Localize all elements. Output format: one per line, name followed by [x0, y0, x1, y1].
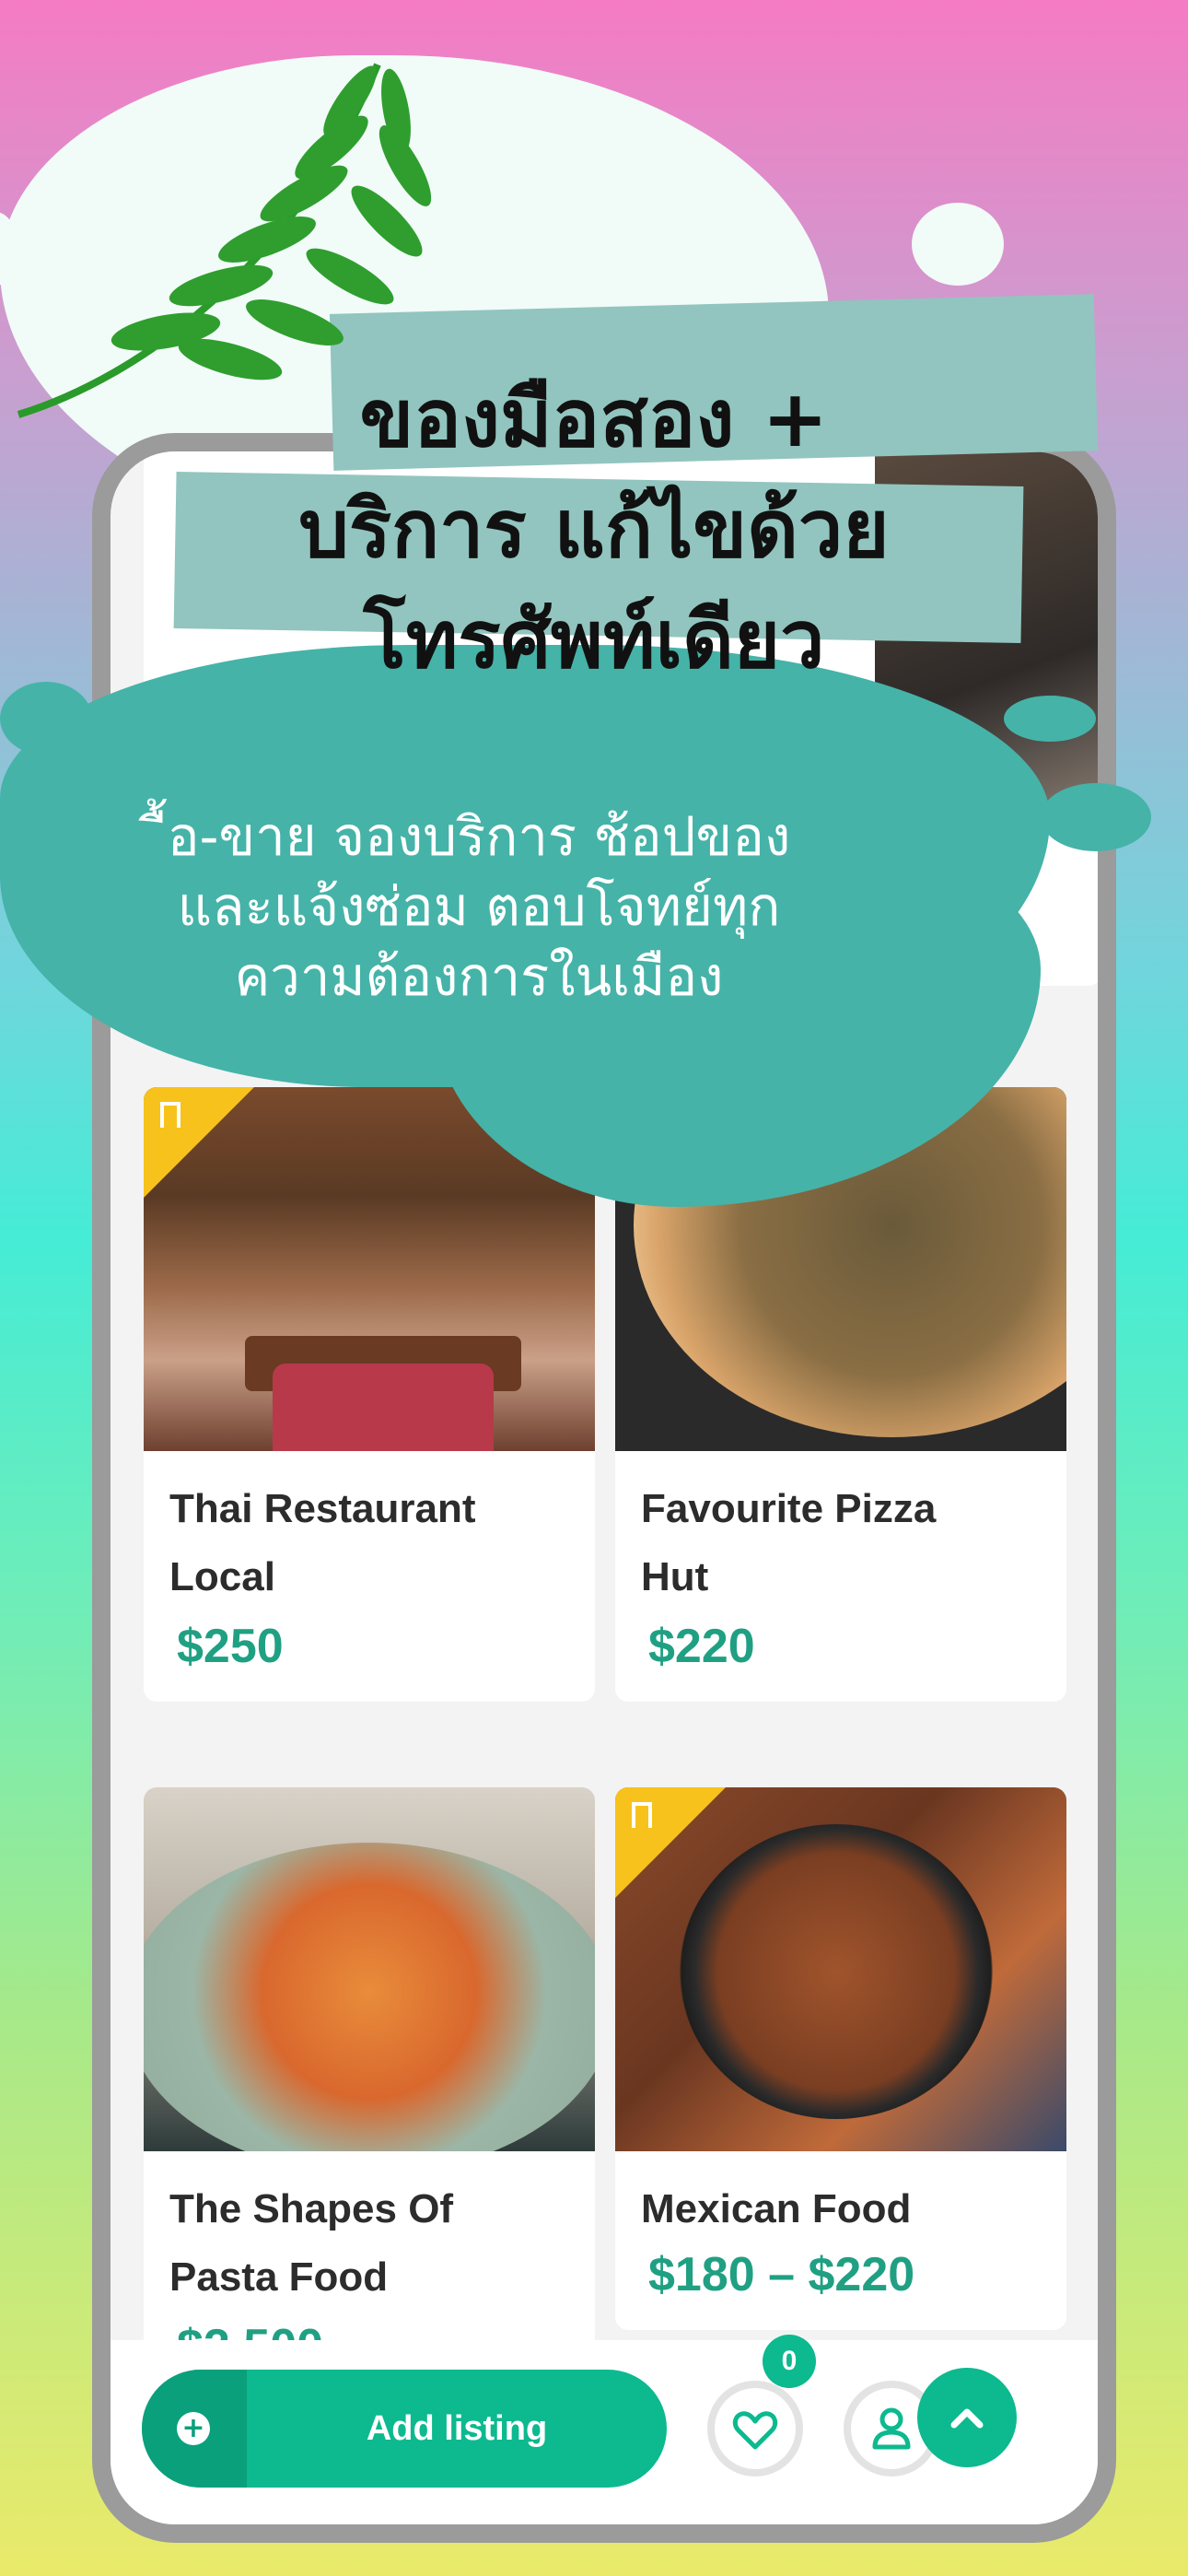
- pasta-bowl: [144, 1843, 595, 2151]
- listing-title: The Shapes Of Pasta Food: [169, 2186, 454, 2300]
- listing-image: [144, 1787, 595, 2151]
- promo-splash: [0, 682, 92, 755]
- subtext-line: ื้อ-ขาย จองบริการ ช้อปของ: [167, 805, 791, 868]
- listing-price: $220: [648, 1620, 755, 1673]
- decor-blob: [912, 203, 1004, 286]
- chevron-up-icon: [950, 2408, 984, 2429]
- favorites-count-badge: 0: [763, 2335, 816, 2388]
- add-listing-button[interactable]: + Add listing: [142, 2370, 667, 2488]
- headline-line: โทรศัพท์เดียว: [363, 594, 825, 686]
- food-pan: [680, 1824, 993, 2119]
- subtext-line: และแจ้งซ่อม ตอบโจทย์ทุก: [177, 875, 781, 938]
- promo-splash: [1041, 783, 1151, 851]
- listing-price: $250: [177, 1620, 284, 1673]
- headline-line: บริการ แก้ไขด้วย: [298, 484, 890, 576]
- promo-splash: [1004, 696, 1096, 742]
- headline-line: ของมือสอง +: [359, 373, 829, 465]
- bookmark-icon: [160, 1102, 181, 1128]
- listing-title: Mexican Food: [641, 2186, 912, 2231]
- listing-card[interactable]: The Shapes Of Pasta Food $2,500: [144, 1787, 595, 2402]
- chairs: [273, 1364, 494, 1451]
- scroll-top-button[interactable]: [917, 2368, 1017, 2467]
- favorites-button[interactable]: [707, 2381, 803, 2476]
- subtext-line: ความต้องการในเมือง: [234, 945, 724, 1008]
- listing-card[interactable]: Mexican Food $180 – $220: [615, 1787, 1066, 2330]
- listing-card[interactable]: Thai Restaurant Local $250: [144, 1087, 595, 1702]
- heart-icon: [732, 2411, 778, 2450]
- add-listing-label: Add listing: [366, 2409, 548, 2448]
- listing-title: Favourite Pizza Hut: [641, 1486, 937, 1599]
- promo-subtext: ื้อ-ขาย จองบริการ ช้อปของ และแจ้งซ่อม ตอ…: [83, 802, 875, 1012]
- promo-headline: ของมือสอง + บริการ แก้ไขด้วย โทรศัพท์เดี…: [120, 364, 1068, 696]
- plus-icon: +: [177, 2412, 210, 2445]
- bookmark-icon: [632, 1802, 652, 1828]
- listing-price: $180 – $220: [648, 2248, 915, 2301]
- listing-title: Thai Restaurant Local: [169, 1486, 476, 1599]
